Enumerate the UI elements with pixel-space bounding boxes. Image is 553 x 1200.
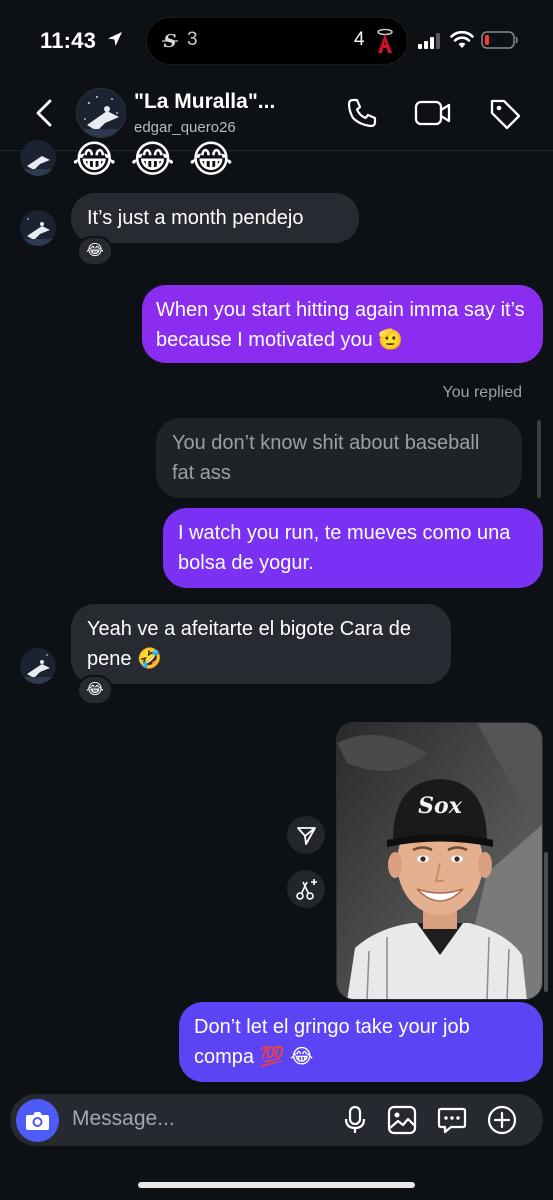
signal-icon (418, 33, 440, 49)
message-input[interactable]: Message... (72, 1107, 175, 1131)
score-left: 3 (187, 29, 198, 50)
gallery-icon[interactable] (387, 1105, 417, 1135)
sender-avatar[interactable] (20, 648, 56, 684)
tag-icon[interactable] (488, 97, 522, 131)
message-reaction[interactable]: 😂 (77, 236, 113, 266)
status-time: 11:43 (40, 28, 97, 53)
emoji-message[interactable]: 😂😂😂 (72, 140, 247, 176)
plus-icon[interactable] (487, 1105, 517, 1135)
microphone-icon[interactable] (340, 1105, 370, 1135)
home-indicator[interactable] (138, 1182, 415, 1188)
contact-username[interactable]: edgar_quero26 (134, 119, 236, 136)
send-icon[interactable] (287, 816, 325, 854)
score-right: 4 (354, 29, 365, 50)
replied-to-message[interactable]: You don’t know shit about baseball fat a… (156, 418, 522, 498)
location-arrow-icon (108, 32, 122, 46)
phone-icon[interactable] (346, 97, 378, 129)
scissors-sparkle-icon[interactable] (287, 870, 325, 908)
sticker-icon[interactable] (437, 1105, 467, 1135)
sent-message[interactable]: I watch you run, te mueves como una bols… (163, 508, 543, 588)
received-message[interactable]: Yeah ve a afeitarte el bigote Cara de pe… (71, 604, 451, 684)
shared-photo[interactable]: Sox (336, 722, 543, 1000)
camera-button[interactable] (16, 1099, 59, 1142)
message-reaction[interactable]: 😂 (77, 675, 113, 705)
svg-text:Sox: Sox (418, 793, 463, 819)
sent-message[interactable]: Don’t let el gringo take your job compa … (179, 1002, 543, 1082)
back-chevron-icon[interactable] (33, 98, 55, 128)
sent-message[interactable]: When you start hitting again imma say it… (142, 285, 543, 363)
sender-avatar[interactable] (20, 210, 56, 246)
received-message[interactable]: It’s just a month pendejo (71, 193, 359, 243)
angels-logo-icon (377, 28, 393, 53)
battery-icon (481, 31, 518, 49)
dynamic-island[interactable] (146, 17, 408, 65)
white-sox-logo-icon: S (162, 31, 178, 52)
contact-avatar[interactable] (76, 88, 126, 138)
scroll-indicator[interactable] (544, 852, 548, 992)
reply-indicator-bar (537, 420, 541, 498)
camera-icon (26, 1112, 49, 1130)
contact-name[interactable]: "La Muralla"... (134, 90, 275, 114)
you-replied-label: You replied (442, 384, 522, 401)
sender-avatar[interactable] (20, 140, 56, 176)
wifi-icon (450, 30, 474, 48)
video-icon[interactable] (414, 97, 452, 129)
